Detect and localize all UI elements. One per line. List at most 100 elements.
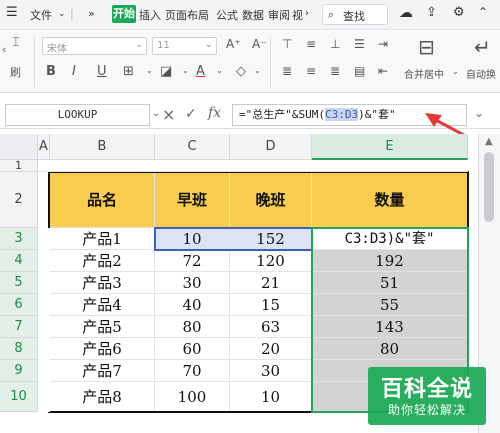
header-cell-morning[interactable]: 早班 bbox=[155, 172, 230, 228]
outdent-icon[interactable]: ⇤ bbox=[378, 64, 388, 78]
align-bottom-icon[interactable]: ⊥ bbox=[330, 37, 340, 51]
chevron-down-icon[interactable]: ⌄ bbox=[152, 108, 160, 119]
cell-evening-6[interactable]: 15 bbox=[230, 294, 312, 316]
font-name-field[interactable]: 宋体 ⌄ bbox=[42, 37, 147, 55]
header-cell-name[interactable]: 品名 bbox=[50, 172, 155, 228]
cell-name-5[interactable]: 产品3 bbox=[50, 272, 155, 294]
align-right-icon[interactable]: ≣ bbox=[330, 64, 340, 78]
tab-data[interactable]: 数据 bbox=[242, 7, 264, 23]
cell-evening-4[interactable]: 120 bbox=[230, 250, 312, 272]
row-header-1[interactable]: 1 bbox=[0, 160, 38, 172]
align-justify-icon[interactable]: ☰ bbox=[354, 37, 365, 51]
cell-evening-7[interactable]: 63 bbox=[230, 316, 312, 338]
italic-button[interactable]: I bbox=[72, 64, 76, 79]
merge-center-icon[interactable]: ⊟ bbox=[418, 35, 435, 59]
row-header-4[interactable]: 4 bbox=[0, 250, 38, 272]
cell-evening-5[interactable]: 21 bbox=[230, 272, 312, 294]
wrap-text-icon[interactable]: ↵ bbox=[474, 35, 491, 59]
chevron-down-icon[interactable]: ⌄ bbox=[452, 67, 459, 76]
tab-review[interactable]: 审阅 bbox=[268, 7, 290, 23]
name-box[interactable]: LOOKUP bbox=[5, 104, 150, 126]
chevron-right-icon[interactable]: › bbox=[305, 8, 309, 19]
cell-name-8[interactable]: 产品6 bbox=[50, 338, 155, 360]
chevron-down-icon[interactable]: ⌄ bbox=[58, 9, 66, 19]
file-menu[interactable]: 文件 bbox=[30, 7, 52, 23]
row-header-10[interactable]: 10 bbox=[0, 382, 38, 412]
cell-quantity-6[interactable]: 55 bbox=[312, 294, 468, 316]
format-painter-icon[interactable]: ⌶ bbox=[12, 35, 20, 50]
tab-view[interactable]: 视 bbox=[292, 7, 303, 23]
cell-morning-5[interactable]: 30 bbox=[155, 272, 230, 294]
settings-icon[interactable]: ⚙ bbox=[453, 5, 465, 20]
merge-center-label[interactable]: 合并居中 bbox=[404, 66, 444, 81]
hamburger-menu-icon[interactable]: ☰ bbox=[6, 5, 18, 20]
column-header-d[interactable]: D bbox=[230, 134, 312, 160]
row-header-8[interactable]: 8 bbox=[0, 338, 38, 360]
border-icon[interactable]: ⊞ bbox=[123, 64, 134, 79]
cloud-icon[interactable]: ☁ bbox=[399, 5, 413, 21]
chevron-down-icon[interactable]: ⌄ bbox=[146, 66, 153, 75]
select-all-corner[interactable] bbox=[0, 134, 38, 160]
search-box[interactable]: ⌕ 查找 bbox=[322, 4, 388, 25]
chevron-down-icon[interactable]: ⌄ bbox=[216, 66, 223, 75]
row-header-3[interactable]: 3 bbox=[0, 228, 38, 250]
cell-morning-6[interactable]: 40 bbox=[155, 294, 230, 316]
tab-page-layout[interactable]: 页面布局 bbox=[165, 7, 209, 23]
align-center-icon[interactable]: ≡ bbox=[306, 64, 316, 78]
tab-formulas[interactable]: 公式 bbox=[216, 7, 238, 23]
chevron-down-icon[interactable]: ⌄ bbox=[182, 66, 189, 75]
clear-format-button[interactable]: ◇ bbox=[236, 64, 246, 79]
fill-color-icon[interactable]: ◪ bbox=[160, 64, 172, 79]
cell-morning-9[interactable]: 70 bbox=[155, 360, 230, 382]
cell-morning-7[interactable]: 80 bbox=[155, 316, 230, 338]
align-middle-icon[interactable]: ≡ bbox=[306, 37, 316, 51]
cell-evening-9[interactable]: 30 bbox=[230, 360, 312, 382]
cell-quantity-7[interactable]: 143 bbox=[312, 316, 468, 338]
row-header-9[interactable]: 9 bbox=[0, 360, 38, 382]
header-cell-quantity[interactable]: 数量 bbox=[312, 172, 468, 228]
wrap-text-label[interactable]: 自动换 bbox=[466, 66, 496, 81]
more-tabs-icon[interactable]: » bbox=[88, 7, 95, 20]
cell-evening-8[interactable]: 20 bbox=[230, 338, 312, 360]
cell-morning-10[interactable]: 100 bbox=[155, 382, 230, 412]
indent-icon[interactable]: ⇥ bbox=[378, 37, 388, 51]
column-header-e[interactable]: E bbox=[312, 134, 468, 160]
column-header-c[interactable]: C bbox=[155, 134, 230, 160]
align-top-icon[interactable]: ⊤ bbox=[282, 37, 292, 51]
grow-font-button[interactable]: A⁺ bbox=[226, 37, 241, 51]
shrink-font-button[interactable]: A⁻ bbox=[252, 37, 267, 51]
cell-quantity-8[interactable]: 80 bbox=[312, 338, 468, 360]
row-header-7[interactable]: 7 bbox=[0, 316, 38, 338]
cell-morning-4[interactable]: 72 bbox=[155, 250, 230, 272]
column-header-a[interactable]: A bbox=[38, 134, 50, 160]
cell-name-9[interactable]: 产品7 bbox=[50, 360, 155, 382]
confirm-button[interactable]: ✓ bbox=[185, 106, 197, 122]
cell-morning-3[interactable]: 10 bbox=[155, 228, 230, 250]
scrollbar-thumb[interactable] bbox=[484, 152, 494, 222]
cell-name-3[interactable]: 产品1 bbox=[50, 228, 155, 250]
cell-name-6[interactable]: 产品4 bbox=[50, 294, 155, 316]
cell-evening-3[interactable]: 152 bbox=[230, 228, 312, 250]
tab-insert[interactable]: 插入 bbox=[139, 7, 161, 23]
font-color-button[interactable]: A bbox=[196, 64, 205, 79]
insert-function-button[interactable]: fx bbox=[208, 105, 221, 121]
cell-name-7[interactable]: 产品5 bbox=[50, 316, 155, 338]
align-left-icon[interactable]: ≣ bbox=[282, 64, 292, 78]
cell-quantity-5[interactable]: 51 bbox=[312, 272, 468, 294]
scroll-up-icon[interactable]: ▲ bbox=[485, 136, 493, 147]
row-header-2[interactable]: 2 bbox=[0, 172, 38, 228]
share-icon[interactable]: ⇪ bbox=[426, 5, 437, 20]
distribute-icon[interactable]: ▤ bbox=[354, 64, 365, 78]
cell-quantity-4[interactable]: 192 bbox=[312, 250, 468, 272]
cell-quantity-3[interactable]: C3:D3)&"套" bbox=[312, 228, 468, 250]
cell-name-4[interactable]: 产品2 bbox=[50, 250, 155, 272]
cell-morning-8[interactable]: 60 bbox=[155, 338, 230, 360]
header-cell-evening[interactable]: 晚班 bbox=[230, 172, 312, 228]
chevron-down-icon[interactable]: ⌄ bbox=[254, 66, 261, 75]
underline-button[interactable]: U bbox=[97, 64, 107, 79]
column-header-b[interactable]: B bbox=[50, 134, 155, 160]
cancel-button[interactable]: × bbox=[162, 105, 175, 124]
font-size-field[interactable]: 11 ⌄ bbox=[152, 37, 217, 55]
chevron-left-icon[interactable]: ‹ bbox=[2, 43, 6, 56]
tab-start[interactable]: 开始 bbox=[112, 5, 136, 23]
